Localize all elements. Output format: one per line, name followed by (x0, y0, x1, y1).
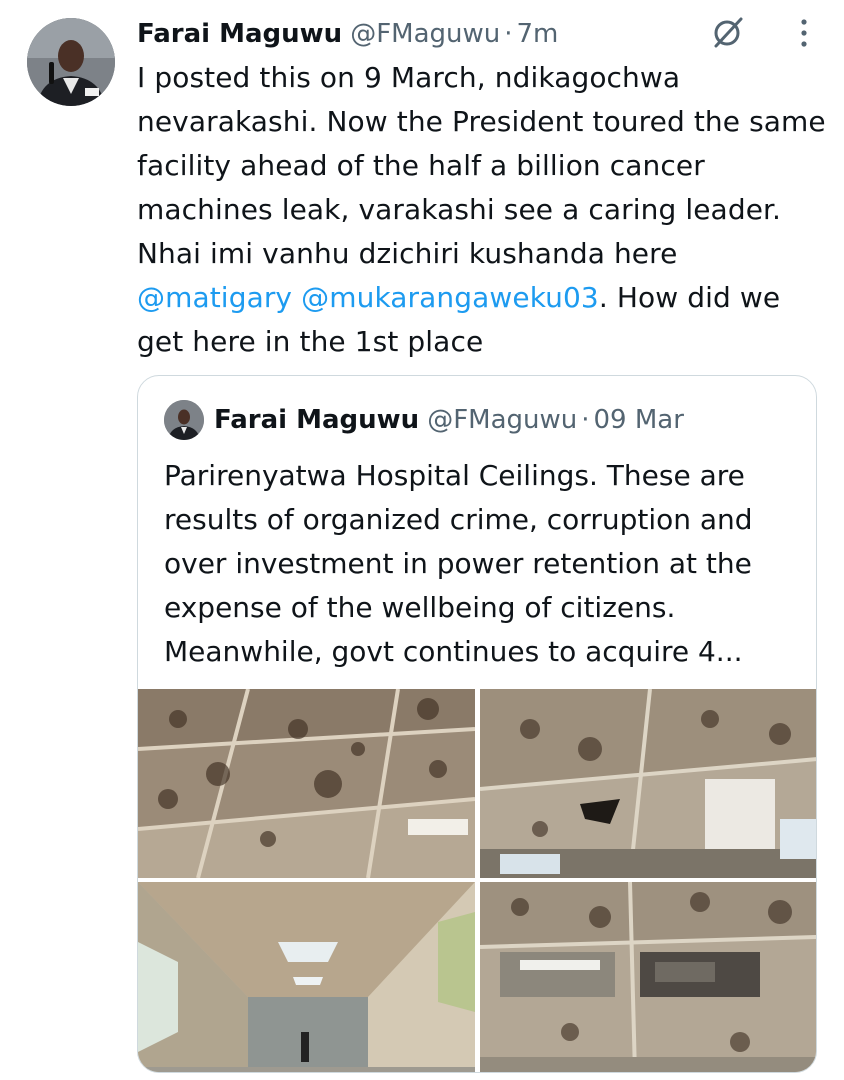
tweet-timestamp[interactable]: 7m (517, 19, 559, 49)
mention-link-matigary[interactable]: @matigary (137, 281, 292, 314)
tweet-text-main: I posted this on 9 March, ndikagochwa ne… (137, 61, 826, 270)
author-name[interactable]: Farai Maguwu (137, 19, 342, 49)
quoted-media-grid (138, 689, 816, 1072)
author-handle[interactable]: @FMaguwu (350, 19, 500, 49)
quoted-author-handle: @FMaguwu (427, 405, 578, 435)
mention-link-mukarangaweku03[interactable]: @mukarangaweku03 (301, 281, 599, 314)
ceiling-photo-1[interactable] (138, 689, 475, 878)
quoted-author-name: Farai Maguwu (214, 405, 420, 435)
mention-spacer (292, 281, 301, 314)
more-icon[interactable] (800, 18, 808, 48)
ceiling-photo-4[interactable] (480, 882, 816, 1072)
ceiling-photo-2[interactable] (480, 689, 816, 878)
header-separator: · (504, 19, 513, 49)
quoted-author-avatar (164, 400, 204, 440)
quoted-tweet-date: 09 Mar (593, 405, 684, 435)
quoted-tweet-card[interactable]: Farai Maguwu @FMaguwu · 09 Mar Parirenya… (137, 375, 817, 1073)
quoted-tweet-header: Farai Maguwu @FMaguwu · 09 Mar (164, 398, 684, 442)
corridor-ceiling-photo-3[interactable] (138, 882, 475, 1072)
grok-icon[interactable] (710, 14, 746, 50)
author-avatar[interactable] (27, 18, 115, 106)
quoted-header-separator: · (581, 405, 590, 435)
quoted-tweet-text: Parirenyatwa Hospital Ceilings. These ar… (164, 459, 753, 668)
tweet-text: I posted this on 9 March, ndikagochwa ne… (137, 56, 827, 364)
